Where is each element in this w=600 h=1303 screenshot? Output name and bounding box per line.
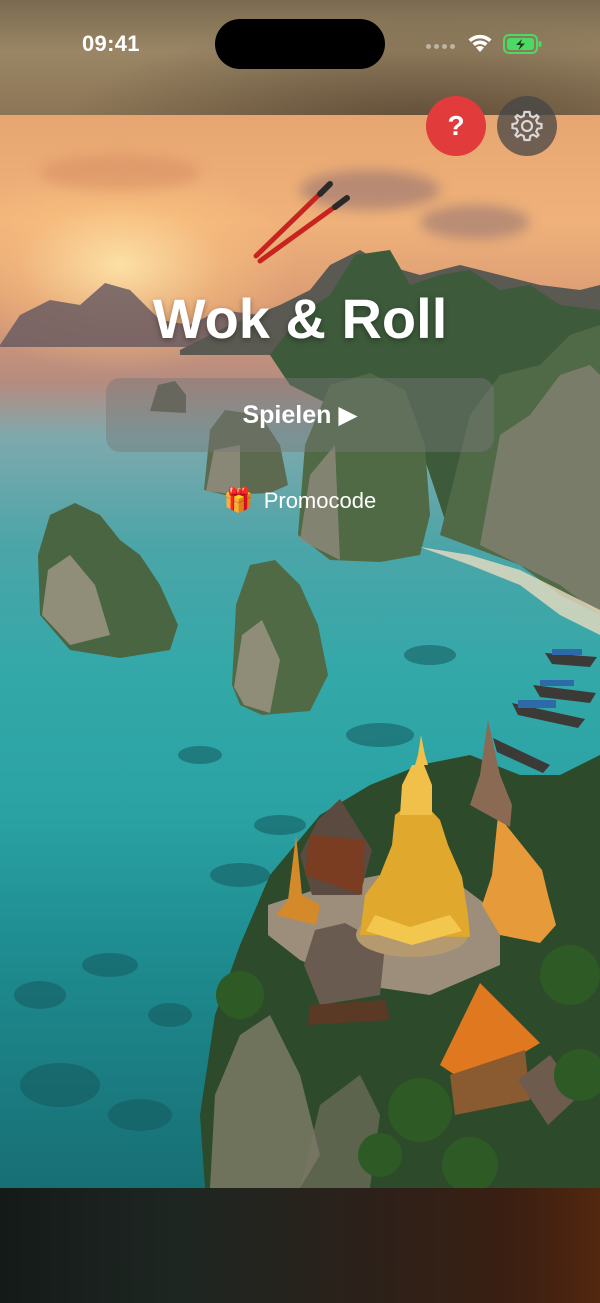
game-title: Wok & Roll xyxy=(152,287,448,350)
dynamic-island xyxy=(215,19,385,69)
landscape-illustration xyxy=(0,250,600,1188)
play-button[interactable]: Spielen ▶ xyxy=(106,378,494,452)
cellular-signal-icon xyxy=(426,44,455,49)
promocode-link[interactable]: 🎁 Promocode xyxy=(0,486,600,515)
promocode-label: Promocode xyxy=(263,487,377,513)
status-time: 09:41 xyxy=(82,31,140,56)
background-landscape xyxy=(0,115,600,1188)
wifi-icon xyxy=(466,32,494,59)
game-screen: 09:41 ? Wok & Roll Spielen ▶ 🎁 Promocode xyxy=(0,0,600,1303)
gear-icon xyxy=(511,110,543,142)
chopsticks-icon xyxy=(253,181,350,264)
gift-icon: 🎁 xyxy=(223,487,254,514)
settings-button[interactable] xyxy=(497,96,557,156)
help-button[interactable]: ? xyxy=(426,96,486,156)
bottom-background xyxy=(0,1188,600,1303)
battery-charging-icon xyxy=(503,33,543,60)
